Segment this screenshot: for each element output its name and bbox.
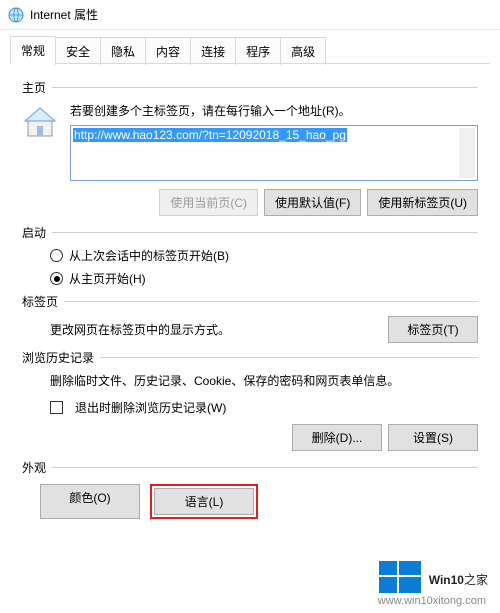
highlight-language-button: 语言(L) <box>150 484 258 519</box>
home-icon <box>22 104 58 140</box>
colors-button[interactable]: 颜色(O) <box>40 484 140 519</box>
tab-connections[interactable]: 连接 <box>190 37 236 65</box>
language-button[interactable]: 语言(L) <box>154 488 254 515</box>
history-group-label: 浏览历史记录 <box>22 349 478 366</box>
delete-on-exit-label: 退出时删除浏览历史记录(W) <box>75 399 226 416</box>
tab-general[interactable]: 常规 <box>10 36 56 64</box>
delete-history-button[interactable]: 删除(D)... <box>292 424 382 451</box>
use-current-button: 使用当前页(C) <box>159 189 258 216</box>
tab-strip: 常规 安全 隐私 内容 连接 程序 高级 <box>0 30 500 64</box>
startup-group-label: 启动 <box>22 224 478 241</box>
history-description: 删除临时文件、历史记录、Cookie、保存的密码和网页表单信息。 <box>50 372 478 389</box>
tabs-group-label: 标签页 <box>22 293 478 310</box>
appearance-group-label: 外观 <box>22 459 478 476</box>
use-newtab-button[interactable]: 使用新标签页(U) <box>367 189 478 216</box>
tab-programs[interactable]: 程序 <box>235 37 281 65</box>
homepage-group-label: 主页 <box>22 79 478 96</box>
radio-icon <box>50 272 63 285</box>
radio-icon <box>50 249 63 262</box>
homepage-url-value: http://www.hao123.com/?tn=12092018_15_ha… <box>73 128 347 142</box>
windows-logo-icon <box>379 561 421 593</box>
tab-security[interactable]: 安全 <box>55 37 101 65</box>
watermark-url: www.win10xitong.com <box>378 595 486 607</box>
tab-advanced[interactable]: 高级 <box>280 37 326 65</box>
radio-start-homepage[interactable]: 从主页开始(H) <box>50 270 478 287</box>
tabs-description: 更改网页在标签页中的显示方式。 <box>50 321 230 338</box>
general-panel: 主页 若要创建多个主标签页，请在每行输入一个地址(R)。 http://www.… <box>0 65 500 519</box>
use-default-button[interactable]: 使用默认值(F) <box>264 189 361 216</box>
tab-content[interactable]: 内容 <box>145 37 191 65</box>
tab-privacy[interactable]: 隐私 <box>100 37 146 65</box>
history-settings-button[interactable]: 设置(S) <box>388 424 478 451</box>
window-title: Internet 属性 <box>30 6 98 23</box>
watermark: Win10之家 <box>379 561 488 593</box>
scrollbar[interactable] <box>459 128 475 178</box>
tabs-settings-button[interactable]: 标签页(T) <box>388 316 478 343</box>
delete-on-exit-checkbox[interactable] <box>50 401 63 414</box>
radio-start-last-session[interactable]: 从上次会话中的标签页开始(B) <box>50 247 478 264</box>
homepage-hint: 若要创建多个主标签页，请在每行输入一个地址(R)。 <box>70 102 478 119</box>
globe-icon <box>8 7 24 23</box>
homepage-url-input[interactable]: http://www.hao123.com/?tn=12092018_15_ha… <box>70 125 478 181</box>
title-bar: Internet 属性 <box>0 0 500 30</box>
